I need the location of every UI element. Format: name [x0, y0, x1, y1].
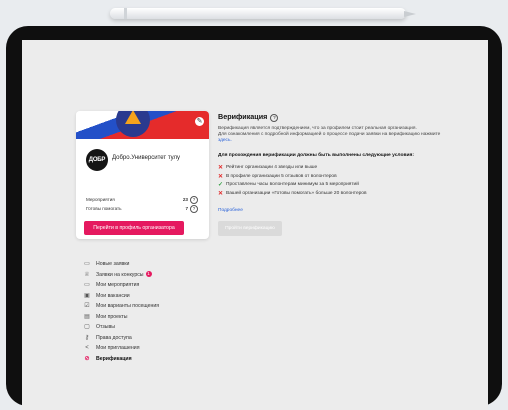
condition-text: В профиле организации 5 отзывов от волон…: [226, 173, 337, 179]
page-title: Верификация?: [218, 112, 468, 122]
organization-banner: ✎: [76, 111, 209, 139]
more-details-link[interactable]: Подробнее: [218, 208, 468, 213]
stat-label: Готовы помогать: [86, 206, 122, 211]
condition-text: Вашей организации «Готовы помогать» боль…: [226, 190, 367, 196]
help-icon[interactable]: ?: [270, 113, 279, 122]
sidebar-item-invitations[interactable]: < Мои приглашения: [83, 343, 213, 354]
verification-description: Верификация является подтверждением, что…: [218, 126, 468, 145]
sidebar-item-label: Отзывы: [96, 324, 116, 330]
key-icon: ⚷: [84, 334, 90, 341]
condition-item: ✕ В профиле организации 5 отзывов от воло…: [218, 173, 468, 182]
sidebar-item-label: Мои проекты: [96, 313, 128, 320]
sidebar-item-label: Мои приглашения: [96, 345, 140, 351]
screen: ✎ ДОБР Добро.Университет тулу Мероприяти…: [22, 40, 488, 410]
comment-icon: ▢: [84, 324, 90, 330]
page-title-text: Верификация: [218, 112, 268, 121]
requirements-title: Для прохождения верификации должны быть …: [218, 153, 414, 159]
vacancy-icon: ▣: [84, 292, 90, 299]
cross-icon: ✕: [218, 190, 224, 197]
organization-card: ✎ ДОБР Добро.Университет тулу Мероприяти…: [76, 111, 209, 239]
sidebar-item-my-vacancies[interactable]: ▣ Мои вакансии: [83, 291, 213, 302]
sidebar-item-new-requests[interactable]: ▭ Новые заявки: [83, 259, 213, 270]
sidebar-item-label: Мои варианты посещения: [96, 303, 160, 309]
sidebar-item-my-projects[interactable]: ▤ Мои проекты: [83, 312, 213, 323]
trophy-icon: ♕: [84, 271, 90, 278]
sidebar-item-visit-options[interactable]: ☑ Мои варианты посещения: [83, 301, 213, 312]
stylus-pencil: [110, 8, 416, 19]
sidebar-item-verification[interactable]: ⊘ Верификация: [83, 354, 213, 365]
share-icon: <: [85, 345, 89, 351]
condition-item: ✓ Проставлены часы волонтерам минимум за …: [218, 181, 468, 190]
pass-verification-button[interactable]: Пройти верификацию: [218, 221, 282, 237]
organization-header: ДОБР Добро.Университет тулу: [86, 149, 201, 171]
stat-ready-to-help: Готовы помогать 7 ?: [86, 205, 198, 213]
condition-text: Проставлены часы волонтерам минимум за 5…: [226, 182, 359, 188]
stat-value: 7: [185, 206, 188, 211]
sidebar-menu: ▭ Новые заявки ♕ Заявки на конкурсы 1 ▭ Мои …: [83, 259, 213, 364]
verification-panel: Верификация? Верификация является подтве…: [218, 112, 468, 237]
checkmark-icon: ✓: [218, 182, 224, 189]
conditions-list: ✕ Рейтинг организации 4 звезды или выше ✕…: [218, 164, 468, 198]
sidebar-item-access-rights[interactable]: ⚷ Права доступа: [83, 333, 213, 344]
sidebar-item-label: Верификация: [96, 355, 132, 362]
organization-logo: ДОБР: [86, 149, 108, 171]
cross-icon: ✕: [218, 173, 224, 180]
projects-icon: ▤: [84, 313, 90, 320]
sidebar-item-label: Заявки на конкурсы: [96, 271, 144, 278]
help-icon[interactable]: ?: [190, 196, 198, 204]
details-here-link[interactable]: здесь.: [218, 138, 468, 144]
stat-value: 23: [182, 197, 188, 202]
checklist-icon: ☑: [84, 303, 90, 309]
description-line: Для ознакомления с подробной информацией…: [218, 131, 441, 137]
sidebar-item-label: Новые заявки: [96, 261, 130, 267]
go-to-organizer-profile-button[interactable]: Перейти в профиль организатора: [84, 221, 184, 235]
condition-text: Рейтинг организации 4 звезды или выше: [226, 165, 318, 171]
sidebar-item-contest-requests[interactable]: ♕ Заявки на конкурсы 1: [83, 270, 213, 281]
tablet-frame: ✎ ДОБР Добро.Университет тулу Мероприяти…: [6, 26, 502, 410]
sidebar-item-label: Мои мероприятия: [96, 282, 140, 288]
sidebar-item-label: Права доступа: [96, 334, 132, 341]
cross-icon: ✕: [218, 165, 224, 172]
notification-badge: 1: [145, 271, 152, 277]
stat-events: Мероприятия 23 ?: [86, 196, 198, 204]
stat-label: Мероприятия: [86, 197, 115, 202]
organization-name: Добро.Университет тулу: [112, 155, 181, 161]
calendar-icon: ▭: [84, 282, 90, 288]
sidebar-item-label: Мои вакансии: [96, 292, 130, 299]
help-icon[interactable]: ?: [190, 205, 198, 213]
verification-icon: ⊘: [84, 355, 90, 362]
calendar-icon: ▭: [84, 261, 90, 267]
condition-item: ✕ Вашей организации «Готовы помогать» бол…: [218, 190, 468, 199]
emblem-icon: [116, 111, 150, 137]
sidebar-item-my-events[interactable]: ▭ Мои мероприятия: [83, 280, 213, 291]
sidebar-item-reviews[interactable]: ▢ Отзывы: [83, 322, 213, 333]
edit-icon[interactable]: ✎: [195, 117, 204, 126]
condition-item: ✕ Рейтинг организации 4 звезды или выше: [218, 164, 468, 173]
